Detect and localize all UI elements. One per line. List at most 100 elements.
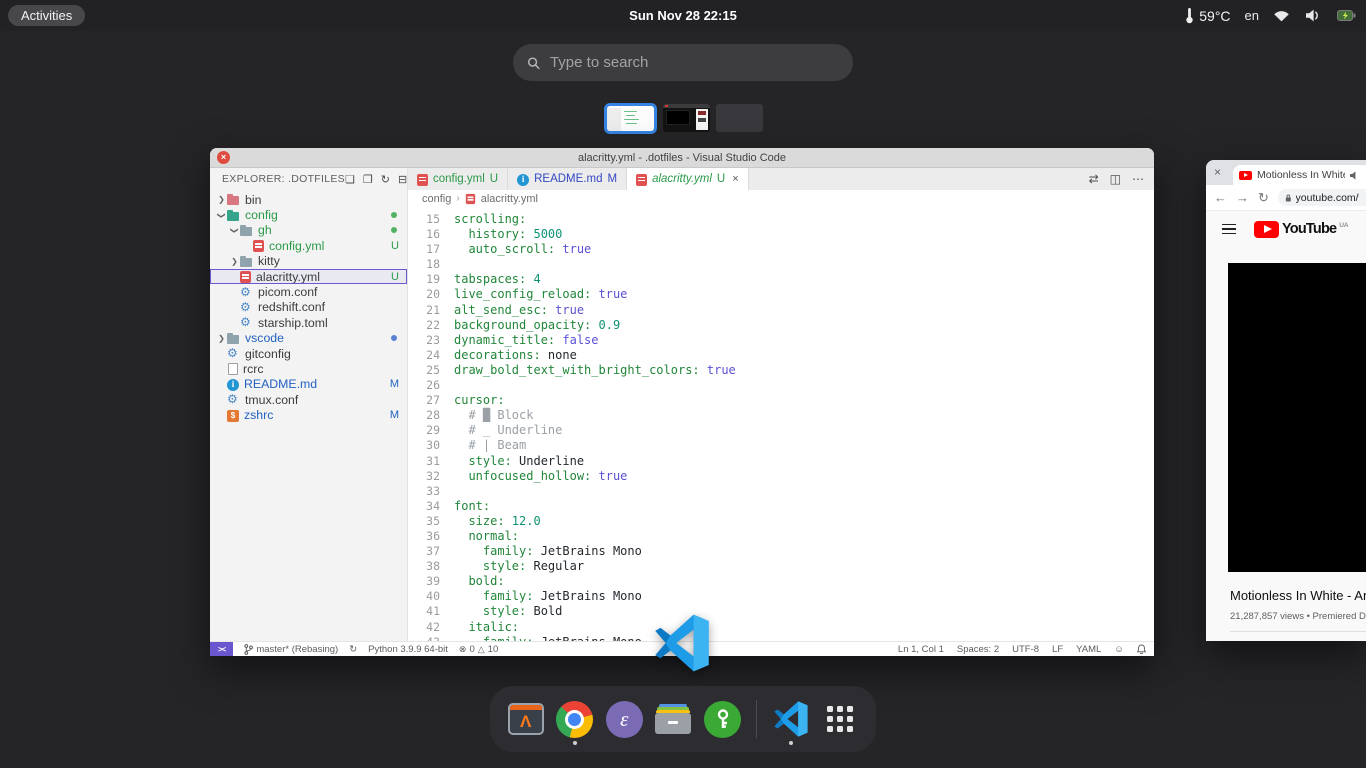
code-line: 17 auto_scroll: true [408, 242, 1154, 257]
youtube-logo[interactable]: YouTube UA [1254, 221, 1348, 238]
editor-tab-README.md[interactable]: README.mdM [508, 168, 627, 190]
file-row-gitconfig[interactable]: gitconfig [210, 346, 407, 361]
breadcrumb[interactable]: config › alacritty.yml [408, 190, 1154, 207]
reload-button[interactable]: ↻ [1258, 190, 1269, 206]
file-row-alacritty.yml[interactable]: alacritty.ymlU [210, 269, 407, 284]
editor-tab-config.yml[interactable]: config.ymlU [408, 168, 508, 190]
video-player[interactable] [1228, 263, 1366, 572]
new-file-icon[interactable]: ❏ [345, 173, 355, 186]
code-line: 38 style: Regular [408, 559, 1154, 574]
chrome-window[interactable]: × Motionless In White - / ← → ↻ youtube.… [1206, 160, 1366, 641]
file-row-config.yml[interactable]: config.ymlU [210, 238, 407, 253]
clock: Sun Nov 28 22:15 [0, 8, 1366, 23]
file-row-tmux.conf[interactable]: tmux.conf [210, 392, 407, 407]
line-number: 38 [408, 559, 454, 574]
search-input[interactable] [550, 54, 839, 71]
dock-item-google-chrome[interactable] [555, 691, 594, 747]
folder-icon [240, 255, 253, 268]
more-actions-icon[interactable]: ⋯ [1132, 172, 1144, 186]
git-branch-status[interactable]: master* (Rebasing) [244, 644, 338, 655]
back-button[interactable]: ← [1214, 190, 1227, 205]
file-row-gh[interactable]: ❯gh [210, 223, 407, 238]
file-name: gitconfig [245, 347, 407, 361]
file-row-redshift.conf[interactable]: redshift.conf [210, 300, 407, 315]
menu-icon[interactable] [1222, 224, 1236, 235]
eol[interactable]: LF [1052, 644, 1063, 655]
file-row-config[interactable]: ❯config [210, 207, 407, 222]
dock-item-files[interactable] [654, 691, 693, 747]
browser-tab[interactable]: Motionless In White - / [1233, 165, 1366, 185]
chevron-icon: ❯ [229, 257, 240, 266]
youtube-favicon [1239, 171, 1252, 180]
dock-item-emacs[interactable]: ε [605, 691, 644, 747]
feedback-icon[interactable]: ☺ [1114, 644, 1124, 655]
tab-label: config.yml [433, 173, 485, 185]
code-editor[interactable]: 15scrolling:16 history: 500017 auto_scro… [408, 207, 1154, 641]
vscode-titlebar[interactable]: × alacritty.yml - .dotfiles - Visual Stu… [210, 148, 1154, 168]
code-line: 27cursor: [408, 393, 1154, 408]
open-changes-icon[interactable]: ⇄ [1089, 172, 1099, 186]
breadcrumb-file[interactable]: alacritty.yml [481, 193, 538, 205]
line-number: 19 [408, 272, 454, 287]
code-token: bold: [454, 574, 505, 589]
file-row-kitty[interactable]: ❯kitty [210, 254, 407, 269]
code-token: live_config_reload: [454, 287, 591, 302]
file-row-README.md[interactable]: README.mdM [210, 377, 407, 392]
battery-icon [1337, 10, 1356, 21]
code-token: true [591, 469, 627, 484]
notifications-bell-icon[interactable] [1137, 644, 1146, 654]
file-row-zshrc[interactable]: zshrcM [210, 407, 407, 422]
dock-item-show-applications[interactable] [821, 691, 860, 747]
keyboard-layout-indicator: en [1245, 8, 1259, 23]
refresh-icon[interactable]: ↻ [381, 173, 390, 186]
vscode-window[interactable]: × alacritty.yml - .dotfiles - Visual Stu… [210, 148, 1154, 656]
new-folder-icon[interactable]: ❐ [363, 173, 373, 186]
forward-button[interactable]: → [1236, 190, 1249, 205]
dock-item-keepassxc[interactable] [703, 691, 742, 747]
language-mode[interactable]: YAML [1076, 644, 1101, 655]
file-row-bin[interactable]: ❯bin [210, 192, 407, 207]
code-line: 37 family: JetBrains Mono [408, 544, 1154, 559]
address-bar[interactable]: youtube.com/wa [1278, 189, 1366, 206]
file-name: vscode [245, 331, 391, 345]
cursor-position[interactable]: Ln 1, Col 1 [898, 644, 944, 655]
remote-indicator[interactable]: >< [210, 642, 233, 656]
git-status-badge: M [390, 378, 399, 390]
search-bar[interactable] [513, 44, 853, 81]
code-token: JetBrains Mono [533, 544, 641, 559]
code-line: 26 [408, 378, 1154, 393]
editor-tab-alacritty.yml[interactable]: alacritty.ymlU× [627, 168, 749, 190]
tab-title: Motionless In White - / [1257, 169, 1345, 181]
file-row-rcrc[interactable]: rcrc [210, 361, 407, 376]
file-row-picom.conf[interactable]: picom.conf [210, 284, 407, 299]
tab-close-icon[interactable]: × [732, 173, 738, 185]
activities-button[interactable]: Activities [8, 5, 85, 26]
sync-icon[interactable]: ↻ [349, 644, 357, 655]
dock-item-alacritty[interactable] [506, 691, 545, 747]
line-number: 37 [408, 544, 454, 559]
code-token: style: [454, 604, 526, 619]
problems-status[interactable]: ⊗0△10 [459, 644, 498, 655]
dock-item-vscode[interactable] [771, 691, 810, 747]
window-close-button[interactable]: × [1214, 165, 1221, 179]
file-name: config [245, 208, 391, 222]
split-editor-icon[interactable]: ◫ [1110, 172, 1121, 186]
file-row-starship.toml[interactable]: starship.toml [210, 315, 407, 330]
workspace-thumbnail-youtube[interactable] [663, 104, 710, 132]
line-number: 16 [408, 227, 454, 242]
file-row-vscode[interactable]: ❯vscode [210, 331, 407, 346]
system-status-area[interactable]: 59°C en [1185, 0, 1356, 31]
window-close-button[interactable]: × [217, 151, 230, 164]
tab-audio-icon[interactable] [1350, 171, 1360, 180]
youtube-play-icon [1254, 221, 1279, 238]
python-interpreter[interactable]: Python 3.9.9 64-bit [368, 644, 448, 655]
workspace-thumbnail-active[interactable] [604, 103, 657, 134]
running-indicator-dot [789, 741, 793, 745]
collapse-folders-icon[interactable]: ⊟ [398, 173, 407, 186]
indentation[interactable]: Spaces: 2 [957, 644, 999, 655]
workspace-thumbnail-empty[interactable] [716, 104, 763, 132]
code-token: italic: [454, 620, 519, 635]
encoding[interactable]: UTF-8 [1012, 644, 1039, 655]
breadcrumb-folder[interactable]: config [422, 193, 451, 205]
folder-icon [240, 224, 253, 237]
